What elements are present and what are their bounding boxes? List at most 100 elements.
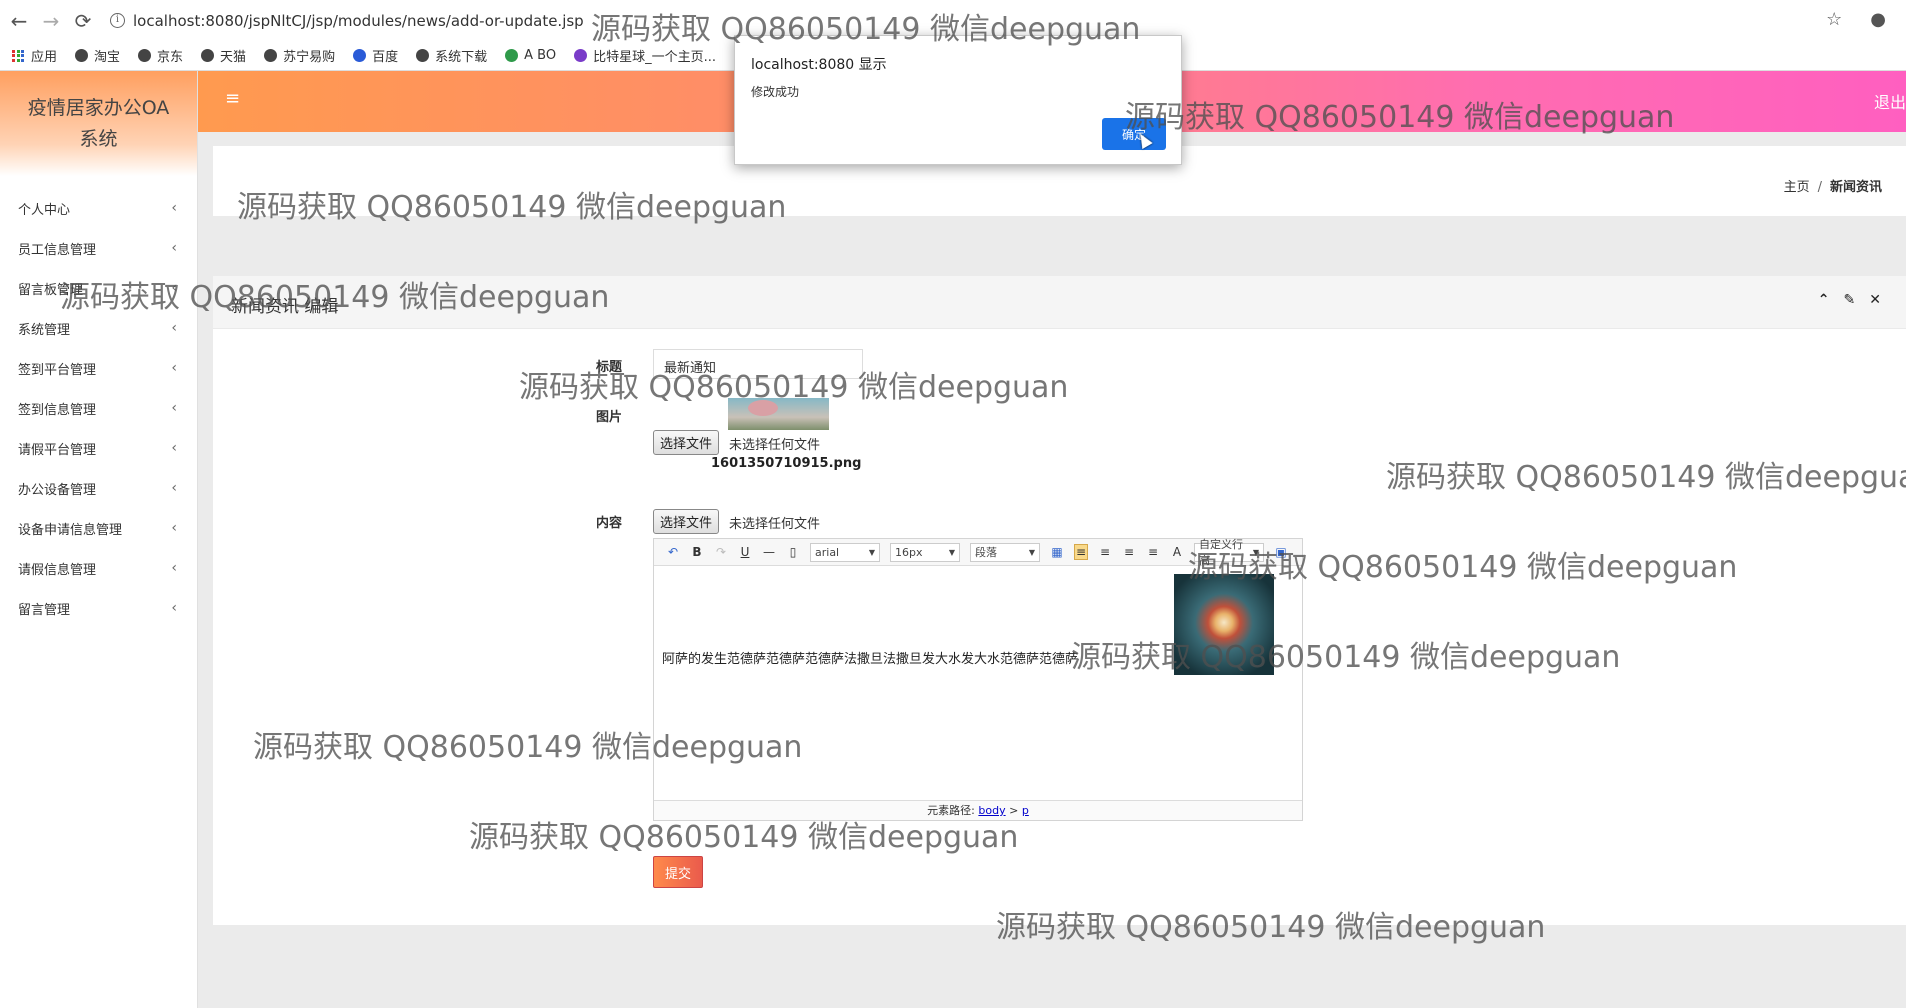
underline-icon[interactable]: U [738,545,752,559]
editor-paragraph-text[interactable]: 阿萨的发生范德萨范德萨范德萨法撒旦法撒旦发大水发大水范德萨范德萨 [662,648,1078,667]
title-input[interactable]: 最新通知 [653,349,863,379]
chevron-left-icon: ‹ [171,280,177,296]
title-label: 标题 [596,360,623,375]
align-left-icon[interactable]: ≡ [1074,544,1088,560]
logout-button[interactable]: 退出 [1874,89,1906,113]
chevron-left-icon: ‹ [171,360,177,376]
card-header: 新闻资讯 编辑 ⌃ ✎ ✕ [213,276,1906,329]
edit-card: 新闻资讯 编辑 ⌃ ✎ ✕ 标题 最新通知 图片 选择文件 未选择任何文件 16… [213,276,1906,925]
undo-icon[interactable]: ↶ [666,545,680,559]
table-icon[interactable]: ▦ [1050,545,1064,559]
bookmark-item[interactable]: 比特星球_一个主页... [574,46,716,65]
account-icon[interactable]: ● [1870,9,1886,30]
chevron-left-icon: ‹ [171,240,177,256]
globe-icon [201,49,215,62]
font-family-select[interactable]: arial ▼ [810,542,880,562]
editor-toolbar: ↶ B ↷ U — ▯ arial ▼ 16px ▼ 段落 ▼ ▦ ≡ ≡ ≡ ≡ A… [654,538,1302,567]
align-center-icon[interactable]: ≡ [1122,545,1136,559]
sidebar-item-message-board[interactable]: 留言板管理 ‹ [0,268,197,308]
path-body-link[interactable]: body [978,804,1005,817]
breadcrumb-separator: / [1817,180,1822,195]
card-tools: ⌃ ✎ ✕ [1818,292,1881,308]
sidebar-menu: 个人中心 ‹ 员工信息管理 ‹ 留言板管理 ‹ 系统管理 ‹ 签到平台管理 ‹ 签到信息管… [0,188,197,628]
sidebar-item-checkin-platform[interactable]: 签到平台管理 ‹ [0,348,197,388]
sidebar-item-messages[interactable]: 留言管理 ‹ [0,588,197,628]
chevron-left-icon: ‹ [171,400,177,416]
sidebar-item-personal-center[interactable]: 个人中心 ‹ [0,188,197,228]
bookmark-item[interactable]: 淘宝 [75,46,120,65]
content-choose-file-button[interactable]: 选择文件 [653,509,720,534]
sidebar-item-employee-info[interactable]: 员工信息管理 ‹ [0,228,197,268]
editor-inline-image[interactable] [1174,574,1274,675]
bookmark-item[interactable]: 百度 [353,46,398,65]
sidebar-item-checkin-info[interactable]: 签到信息管理 ‹ [0,388,197,428]
sidebar-item-leave-info[interactable]: 请假信息管理 ‹ [0,548,197,588]
bookmark-item[interactable]: A BO [505,48,556,63]
dialog-ok-button[interactable]: 确定 [1102,118,1166,150]
collapse-icon[interactable]: ⌃ [1818,292,1830,308]
font-size-select[interactable]: 16px ▼ [890,542,960,562]
bookmark-item[interactable]: 苏宁易购 [264,46,335,65]
bookmark-apps[interactable]: 应用 [12,46,57,65]
star-icon[interactable]: ☆ [1826,9,1842,30]
leaf-icon [505,49,519,62]
image-thumbnail [728,398,829,430]
align-right-icon[interactable]: ≡ [1098,545,1112,559]
chevron-left-icon: ‹ [171,560,177,576]
submit-button[interactable]: 提交 [653,856,703,888]
sidebar-item-equipment-request[interactable]: 设备申请信息管理 ‹ [0,508,197,548]
redo-icon[interactable]: ↷ [714,545,728,559]
line-height-select[interactable]: 自定义行高 ▼ [1194,538,1264,567]
bookmark-item[interactable]: 京东 [138,46,183,65]
breadcrumb-current: 新闻资讯 [1829,180,1882,195]
card-title: 新闻资讯 编辑 [231,297,339,317]
editor-element-path: 元素路径: body > p [654,800,1302,820]
chevron-left-icon: ‹ [171,200,177,216]
url-text[interactable]: localhost:8080/jspNltCJ/jsp/modules/news… [133,12,584,30]
horizontal-rule-icon[interactable]: — [762,545,776,559]
wrench-icon[interactable]: ✎ [1844,292,1856,308]
bookmark-item[interactable]: 系统下载 [416,46,487,65]
app-logo-title: 疫情居家办公OA 系统 [27,96,170,150]
breadcrumb: 主页 / 新闻资讯 [1784,176,1882,195]
sidebar-item-system[interactable]: 系统管理 ‹ [0,308,197,348]
path-p-link[interactable]: p [1022,804,1029,817]
apps-grid-icon [12,49,24,62]
globe-icon [264,49,278,62]
editor-content[interactable]: 阿萨的发生范德萨范德萨范德萨法撒旦法撒旦发大水发大水范德萨范德萨 [654,566,1302,796]
info-icon[interactable]: i [110,13,125,28]
chevron-left-icon: ‹ [171,320,177,336]
globe-icon [416,49,430,62]
globe-icon [138,49,152,62]
breadcrumb-home[interactable]: 主页 [1784,180,1810,195]
image-choose-file-button[interactable]: 选择文件 [653,430,720,455]
dialog-message: 修改成功 [751,85,800,99]
bookmark-item[interactable]: 天猫 [201,46,246,65]
chevron-left-icon: ‹ [171,520,177,536]
back-icon[interactable]: ← [6,9,32,33]
address-bar[interactable]: i localhost:8080/jspNltCJ/jsp/modules/ne… [110,12,584,30]
align-justify-icon[interactable]: ≡ [1146,545,1160,559]
chevron-left-icon: ‹ [171,480,177,496]
paw-icon [353,49,367,62]
logo-area: 疫情居家办公OA 系统 [0,71,197,176]
dialog-title: localhost:8080 显示 [751,57,887,73]
image-filename: 1601350710915.png [711,456,862,471]
sidebar-item-leave-platform[interactable]: 请假平台管理 ‹ [0,428,197,468]
rich-text-editor: ↶ B ↷ U — ▯ arial ▼ 16px ▼ 段落 ▼ ▦ ≡ ≡ ≡ ≡ A… [653,538,1303,821]
content-label: 内容 [596,516,623,531]
font-color-icon[interactable]: A [1170,545,1184,559]
close-icon[interactable]: ✕ [1869,292,1881,308]
sidebar-item-office-equipment[interactable]: 办公设备管理 ‹ [0,468,197,508]
bold-icon[interactable]: B [690,545,704,559]
forward-icon[interactable]: → [38,9,64,33]
globe-icon [75,49,89,62]
document-icon[interactable]: ▯ [786,545,800,559]
image-no-file-text: 未选择任何文件 [729,438,821,453]
chevron-left-icon: ‹ [171,440,177,456]
menu-toggle-icon[interactable]: ≡ [225,88,240,109]
chevron-left-icon: ‹ [171,600,177,616]
paragraph-select[interactable]: 段落 ▼ [970,542,1040,562]
image-insert-icon[interactable]: ▣ [1274,545,1288,559]
reload-icon[interactable]: ⟳ [70,9,96,33]
